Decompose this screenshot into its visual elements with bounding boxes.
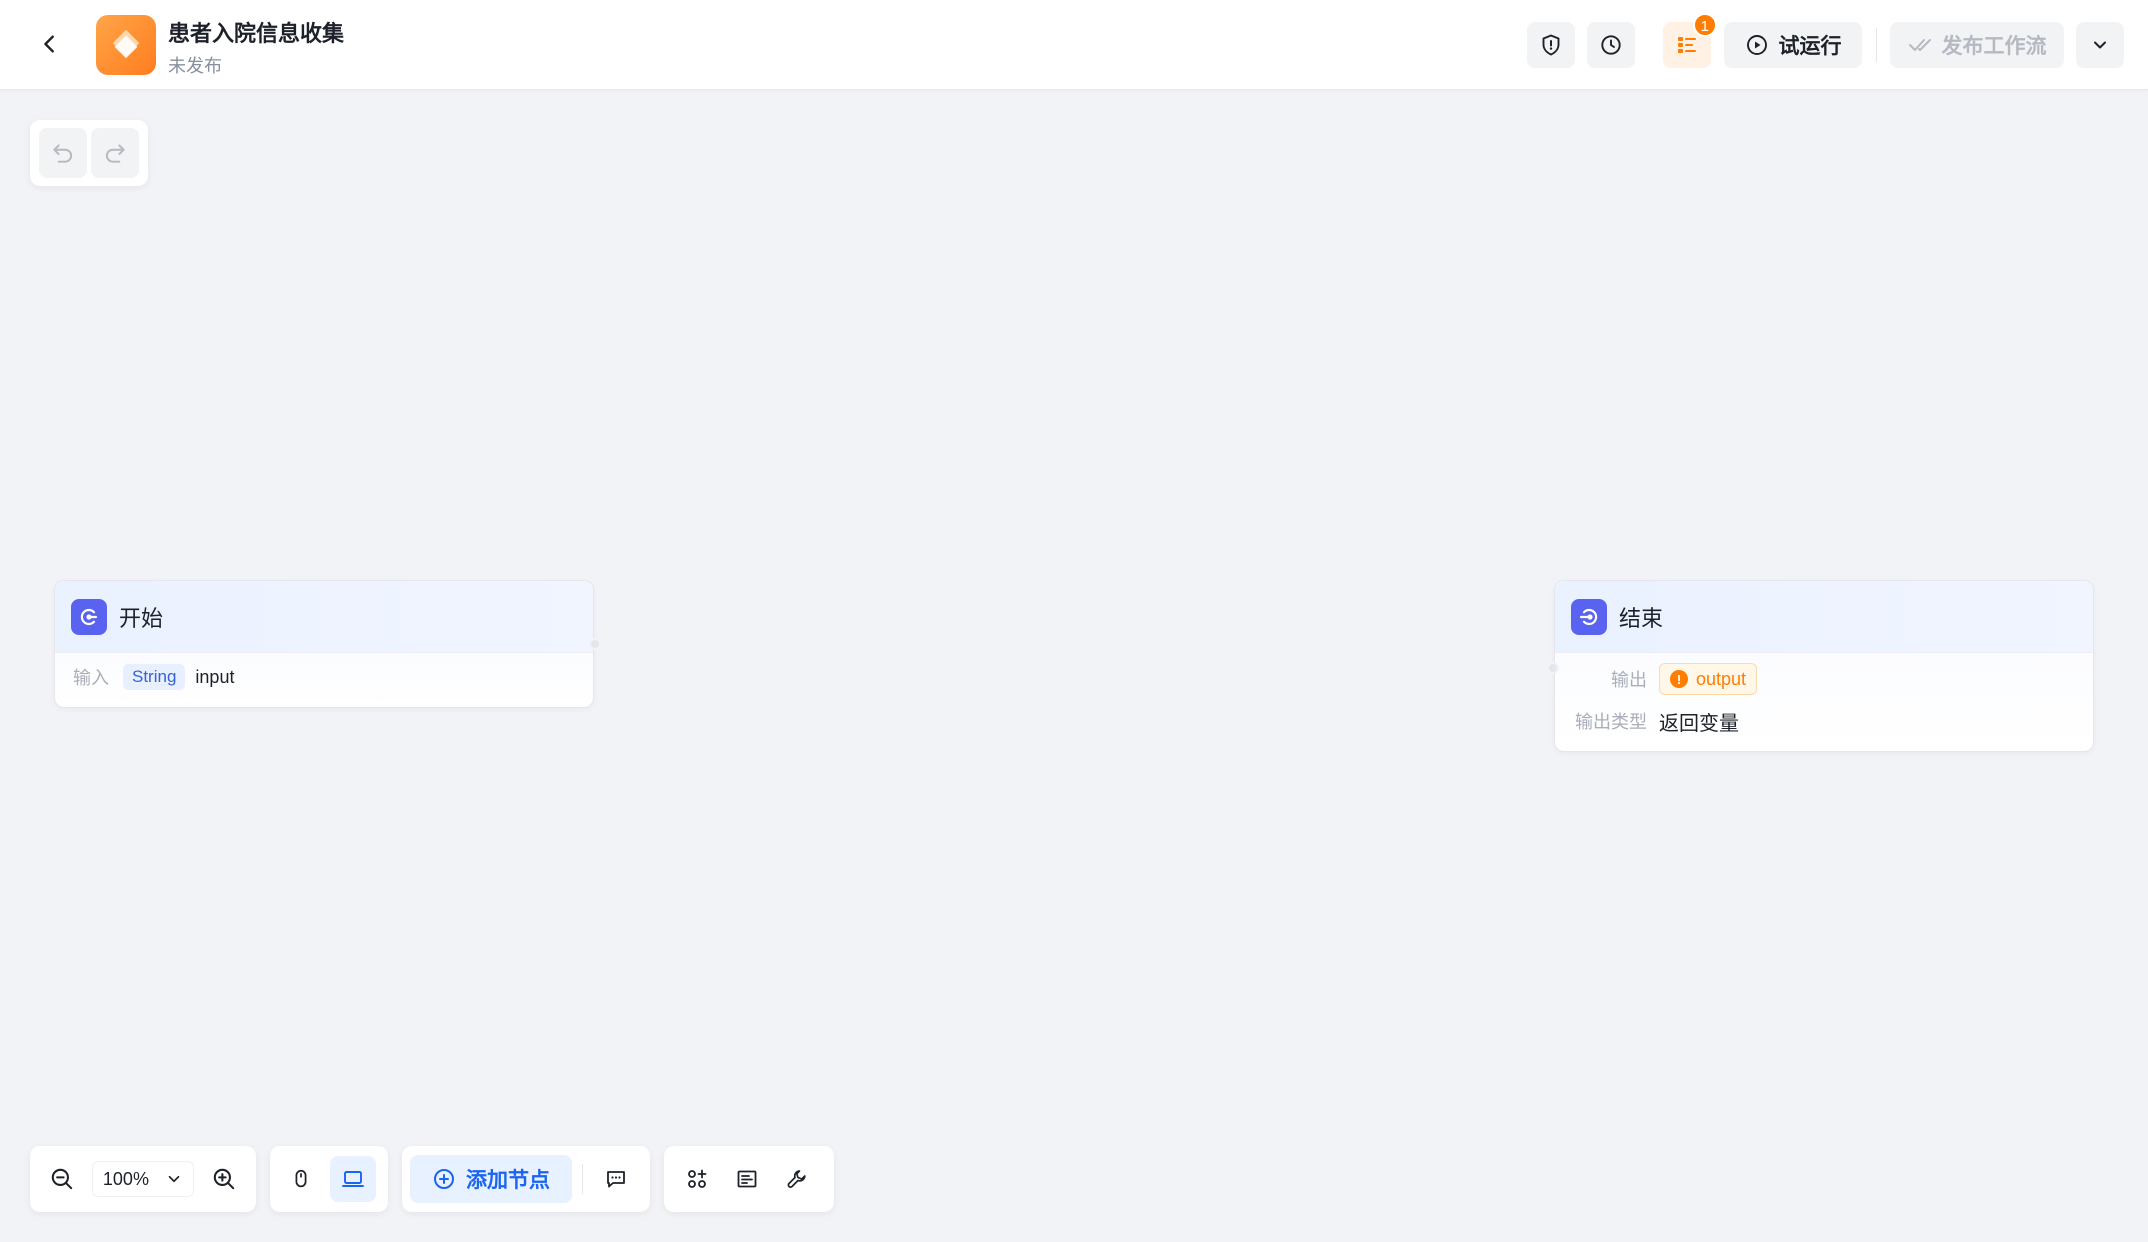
- play-circle-icon: [1746, 35, 1767, 55]
- publish-label: 发布工作流: [1941, 35, 2047, 58]
- shield-warning-icon: [1542, 34, 1560, 56]
- undo-icon: [53, 144, 73, 163]
- warning-icon: !: [1670, 670, 1688, 688]
- end-node-title: 结束: [1619, 605, 1664, 631]
- input-label: 输入: [73, 668, 109, 688]
- double-check-icon: [1908, 39, 1931, 51]
- input-type-tag: String: [123, 664, 186, 690]
- start-node-title: 开始: [119, 605, 164, 631]
- output-type-label: 输出类型: [1575, 712, 1647, 732]
- app-logo: [96, 15, 156, 75]
- zoom-in-button[interactable]: [202, 1156, 246, 1202]
- workflow-title: 患者入院信息收集: [168, 21, 345, 46]
- comment-icon: [607, 1171, 625, 1188]
- undo-button[interactable]: [39, 128, 87, 178]
- layout-icon: [737, 1170, 757, 1188]
- redo-icon: [105, 144, 125, 163]
- undo-redo-panel: [30, 120, 148, 186]
- problems-button[interactable]: 1: [1663, 13, 1717, 68]
- end-node-input-handle[interactable]: [1547, 662, 1559, 674]
- workflow-header: 患者入院信息收集 未发布 1 试运行 发布工作流: [0, 0, 2148, 90]
- input-variable-name: input: [195, 666, 235, 687]
- end-icon: [1579, 608, 1598, 625]
- header-divider: [1876, 28, 1877, 62]
- utility-toolbar: [664, 1146, 834, 1212]
- end-node-header: 结束: [1555, 581, 2093, 653]
- add-comment-button[interactable]: [593, 1156, 639, 1202]
- mouse-mode-button[interactable]: [278, 1156, 324, 1202]
- add-node-label: 添加节点: [466, 1169, 550, 1192]
- test-run-button[interactable]: 试运行: [1724, 22, 1862, 68]
- chevron-down-icon: [2094, 41, 2106, 49]
- back-arrow-icon: [44, 35, 54, 53]
- publish-workflow-button[interactable]: 发布工作流: [1890, 22, 2064, 68]
- zoom-out-icon: [51, 1168, 73, 1190]
- test-run-label: 试运行: [1778, 35, 1842, 58]
- problem-list-icon: [1678, 37, 1696, 53]
- output-variable-name: output: [1696, 668, 1747, 689]
- chevron-down-icon: [168, 1175, 180, 1183]
- check-button[interactable]: [1527, 22, 1575, 68]
- start-node[interactable]: 开始 输入 String input: [54, 580, 601, 708]
- tool-icon: [787, 1170, 806, 1188]
- layout-button[interactable]: [724, 1156, 770, 1202]
- settings-tool-button[interactable]: [774, 1156, 820, 1202]
- touchpad-mode-icon: [342, 1171, 364, 1187]
- plugin-icon: [688, 1169, 707, 1188]
- start-node-header: 开始: [55, 581, 593, 653]
- start-node-output-handle[interactable]: [589, 638, 601, 650]
- zoom-toolbar: 100%: [30, 1146, 256, 1212]
- history-button[interactable]: [1587, 22, 1635, 68]
- output-variable-tag[interactable]: ! output: [1659, 663, 1758, 695]
- redo-button[interactable]: [91, 128, 139, 178]
- zoom-level-value: 100%: [102, 1168, 149, 1189]
- zoom-level-select[interactable]: 100%: [91, 1161, 195, 1197]
- touchpad-mode-button[interactable]: [330, 1156, 376, 1202]
- add-node-button[interactable]: 添加节点: [410, 1155, 572, 1203]
- plus-circle-icon: [434, 1169, 454, 1189]
- toolbar-divider: [582, 1164, 583, 1194]
- zoom-out-button[interactable]: [40, 1156, 84, 1202]
- publish-options-button[interactable]: [2076, 22, 2124, 68]
- plugin-button[interactable]: [674, 1156, 720, 1202]
- zoom-in-icon: [213, 1168, 235, 1190]
- start-icon: [80, 608, 98, 625]
- end-node-icon: [1571, 598, 1607, 635]
- issues-count-badge: 1: [1692, 13, 1717, 37]
- start-node-icon: [71, 598, 107, 635]
- add-node-toolbar: 添加节点: [402, 1146, 650, 1212]
- publish-status: 未发布: [168, 56, 222, 76]
- history-clock-icon: [1601, 35, 1621, 55]
- back-button[interactable]: [30, 24, 70, 64]
- output-type-value: 返回变量: [1659, 712, 1739, 735]
- interaction-mode-toolbar: [270, 1146, 388, 1212]
- end-node[interactable]: 结束 输出 ! output 输出类型 返回变量: [1547, 580, 2094, 752]
- mouse-mode-icon: [295, 1169, 307, 1188]
- output-label: 输出: [1611, 670, 1647, 690]
